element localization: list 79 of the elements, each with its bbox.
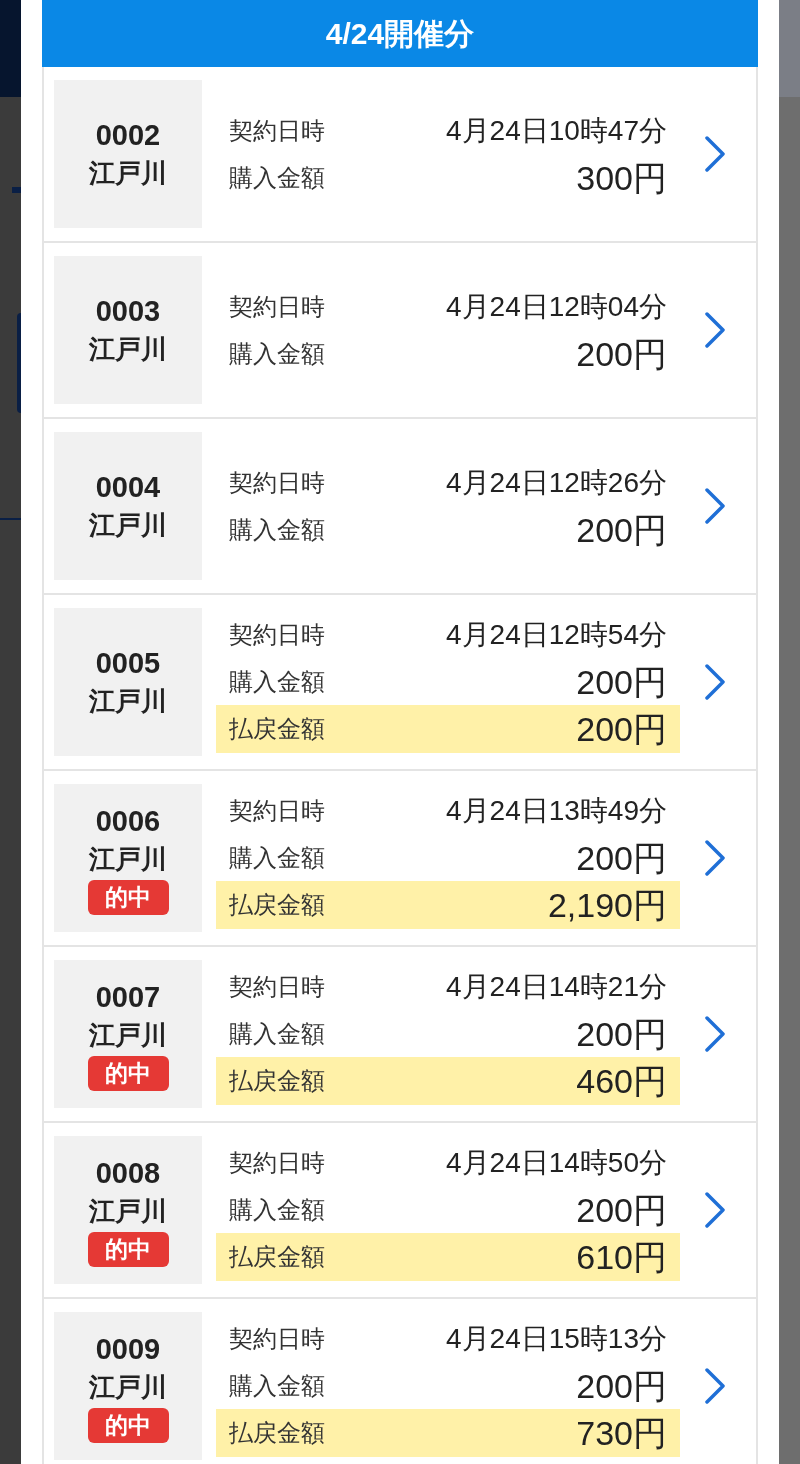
row-value: 4月24日12時04分 <box>446 289 667 324</box>
row-label: 購入金額 <box>229 1194 325 1225</box>
ticket-number: 0006 <box>95 803 161 839</box>
row-value: 4月24日10時47分 <box>446 113 667 148</box>
section-title: 4/24開催分 <box>325 15 475 52</box>
ticket-number: 0002 <box>95 118 161 153</box>
row-label: 購入金額 <box>229 666 325 697</box>
ticket-number: 0003 <box>95 294 161 329</box>
row-label: 払戻金額 <box>229 1242 325 1272</box>
row-value: 200円 <box>576 1013 667 1054</box>
hit-badge: 的中 <box>87 1231 169 1267</box>
row-label: 購入金額 <box>229 338 325 369</box>
row-value: 460円 <box>576 1061 667 1101</box>
chevron-right-icon <box>704 136 726 172</box>
ticket-card[interactable]: 0007 江戸川 的中 契約日時 4月24日14時21分 購入金額 200円 払戻金額 460円 <box>42 947 758 1123</box>
ticket-card[interactable]: 0008 江戸川 的中 契約日時 4月24日14時50分 購入金額 200円 払戻金額 610円 <box>42 1123 758 1299</box>
chevron-right-icon <box>704 840 726 876</box>
row-value: 200円 <box>576 661 667 702</box>
venue-name: 江戸川 <box>89 685 167 718</box>
venue-name: 江戸川 <box>89 1370 167 1404</box>
ticket-card[interactable]: 0003 江戸川 契約日時 4月24日12時04分 購入金額 200円 <box>42 243 758 419</box>
row-label: 契約日時 <box>229 291 325 322</box>
row-value: 4月24日12時54分 <box>446 617 667 652</box>
row-value: 4月24日12時26分 <box>446 465 667 500</box>
venue-name: 江戸川 <box>89 1018 167 1052</box>
row-value: 200円 <box>576 333 667 374</box>
row-label: 契約日時 <box>229 795 325 826</box>
row-label: 払戻金額 <box>229 714 325 744</box>
row-value: 4月24日14時50分 <box>446 1145 667 1180</box>
venue-name: 江戸川 <box>89 333 167 366</box>
ticket-card[interactable]: 0002 江戸川 契約日時 4月24日10時47分 購入金額 300円 <box>42 67 758 243</box>
row-label: 購入金額 <box>229 162 325 193</box>
ticket-card[interactable]: 0004 江戸川 契約日時 4月24日12時26分 購入金額 200円 <box>42 419 758 595</box>
row-value: 610円 <box>576 1237 667 1277</box>
row-value: 300円 <box>576 157 667 198</box>
row-value: 200円 <box>576 1365 667 1406</box>
ticket-card[interactable]: 0006 江戸川 的中 契約日時 4月24日13時49分 購入金額 200円 払戻金額 2,190円 <box>42 771 758 947</box>
chevron-right-icon <box>704 664 726 700</box>
row-value: 200円 <box>576 837 667 878</box>
row-label: 購入金額 <box>229 842 325 873</box>
row-label: 払戻金額 <box>229 1418 325 1448</box>
row-value: 2,190円 <box>547 885 667 925</box>
chevron-right-icon <box>704 1192 726 1228</box>
chevron-right-icon <box>704 1016 726 1052</box>
venue-name: 江戸川 <box>89 157 167 190</box>
row-value: 4月24日13時49分 <box>446 793 667 828</box>
row-label: 購入金額 <box>229 514 325 545</box>
ticket-number: 0008 <box>95 1155 161 1191</box>
hit-badge: 的中 <box>87 1055 169 1091</box>
chevron-right-icon <box>704 488 726 524</box>
row-label: 購入金額 <box>229 1370 325 1401</box>
row-label: 契約日時 <box>229 1147 325 1178</box>
chevron-right-icon <box>704 1368 726 1404</box>
ticket-number: 0009 <box>95 1331 161 1367</box>
row-label: 契約日時 <box>229 467 325 498</box>
ticket-card[interactable]: 0009 江戸川 的中 契約日時 4月24日15時13分 購入金額 200円 払戻金額 730円 <box>42 1299 758 1464</box>
row-value: 4月24日15時13分 <box>446 1321 667 1356</box>
hit-badge: 的中 <box>87 1407 169 1443</box>
venue-name: 江戸川 <box>89 509 167 542</box>
venue-name: 江戸川 <box>89 1194 167 1228</box>
row-value: 730円 <box>576 1413 667 1453</box>
row-label: 払戻金額 <box>229 1066 325 1096</box>
ticket-number: 0007 <box>95 979 161 1015</box>
row-label: 契約日時 <box>229 619 325 650</box>
ticket-number: 0005 <box>95 646 161 681</box>
row-label: 払戻金額 <box>229 890 325 920</box>
row-value: 4月24日14時21分 <box>446 969 667 1004</box>
row-value: 200円 <box>576 1189 667 1230</box>
row-value: 200円 <box>576 709 667 749</box>
row-label: 契約日時 <box>229 115 325 146</box>
ticket-card[interactable]: 0005 江戸川 契約日時 4月24日12時54分 購入金額 200円 払戻金額 200円 <box>42 595 758 771</box>
chevron-right-icon <box>704 312 726 348</box>
ticket-number: 0004 <box>95 470 161 505</box>
hit-badge: 的中 <box>87 879 169 915</box>
row-label: 契約日時 <box>229 971 325 1002</box>
row-label: 購入金額 <box>229 1018 325 1049</box>
row-value: 200円 <box>576 509 667 550</box>
row-label: 契約日時 <box>229 1323 325 1354</box>
venue-name: 江戸川 <box>89 842 167 876</box>
